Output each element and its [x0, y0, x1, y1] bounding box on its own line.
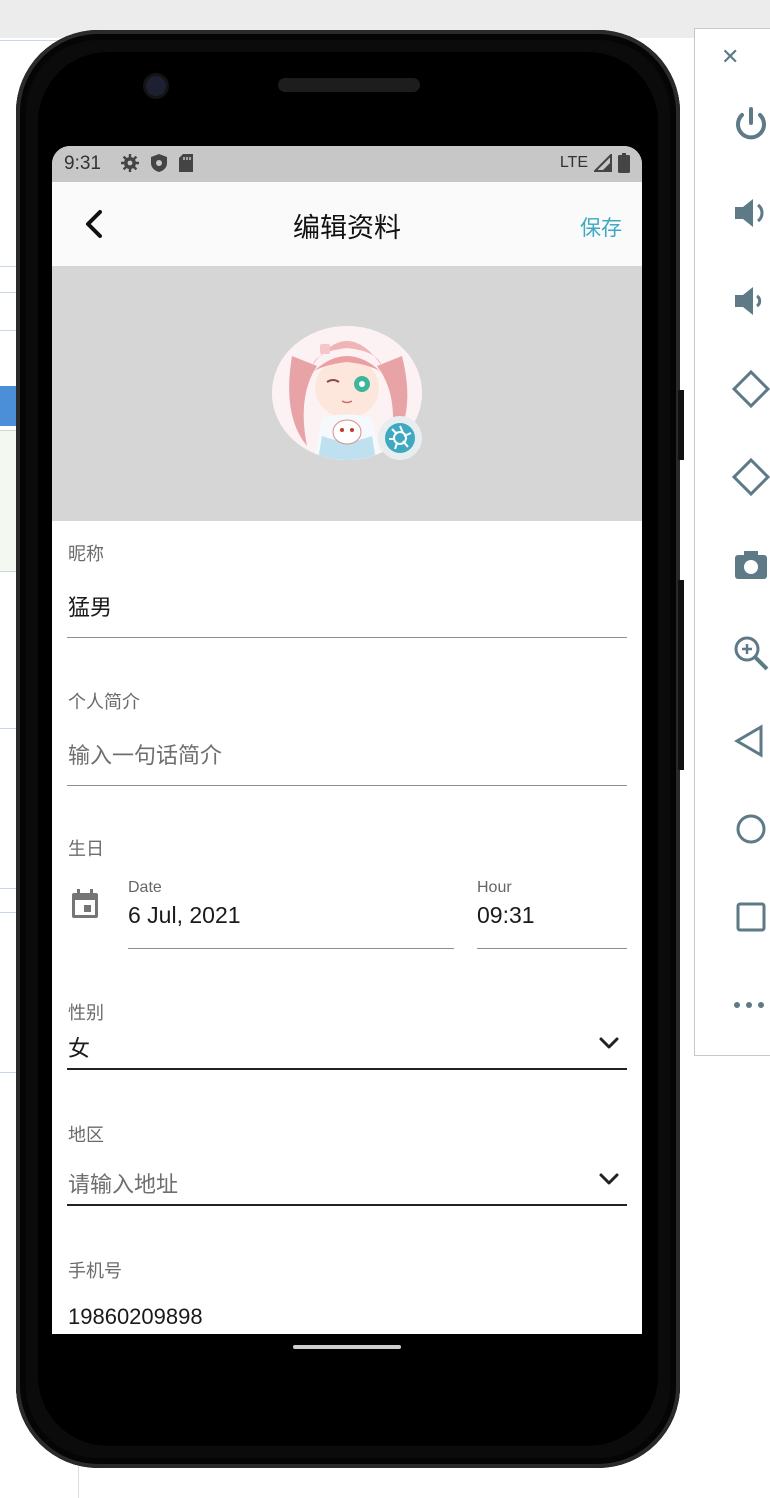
region-label: 地区	[68, 1125, 104, 1146]
gender-label: 性别	[68, 1003, 104, 1024]
more-icon[interactable]	[731, 985, 770, 1025]
host-divider	[0, 40, 60, 41]
hour-input[interactable]: 09:31	[477, 902, 535, 929]
region-underline	[67, 1204, 627, 1206]
chevron-down-icon[interactable]	[598, 1168, 620, 1190]
network-type: LTE	[559, 154, 588, 171]
settings-icon	[121, 154, 139, 172]
chevron-down-icon[interactable]	[598, 1032, 620, 1054]
emulator-toolbar: ✕	[694, 28, 770, 1056]
back-triangle-icon[interactable]	[731, 721, 770, 761]
close-icon[interactable]: ✕	[721, 45, 739, 70]
host-panel	[0, 430, 16, 572]
bio-underline	[67, 785, 627, 786]
save-button[interactable]: 保存	[580, 212, 622, 242]
birthday-label: 生日	[68, 839, 104, 860]
rotate-right-icon[interactable]	[731, 457, 770, 497]
status-bar: 9:31 LTE	[52, 146, 642, 182]
zoom-icon[interactable]	[731, 633, 770, 673]
volume-down-icon[interactable]	[731, 281, 770, 321]
nickname-underline	[67, 637, 627, 638]
nickname-input[interactable]: 猛男	[68, 590, 112, 622]
camera-shutter-icon[interactable]	[378, 416, 422, 460]
date-underline	[128, 948, 454, 949]
phone-input[interactable]: 19860209898	[68, 1304, 203, 1330]
sd-card-icon	[179, 154, 193, 172]
overview-square-icon[interactable]	[731, 897, 770, 937]
status-time: 9:31	[64, 153, 101, 174]
date-label: Date	[128, 879, 162, 896]
host-divider	[78, 1462, 79, 1498]
app-bar: 编辑资料 保存	[52, 182, 642, 266]
battery-icon	[618, 153, 630, 173]
calendar-icon[interactable]	[70, 888, 100, 920]
nickname-label: 昵称	[68, 544, 104, 565]
earpiece-speaker	[278, 78, 420, 92]
phone-screen: 9:31 LTE 编辑资料 保存 昵称 猛男 个人简介 输入一句话简介 生日 D…	[52, 146, 642, 1334]
rotate-left-icon[interactable]	[731, 369, 770, 409]
volume-up-icon[interactable]	[731, 193, 770, 233]
gesture-home-bar[interactable]	[293, 1345, 401, 1349]
avatar-header	[52, 266, 642, 521]
bio-input[interactable]: 输入一句话简介	[68, 738, 222, 770]
bio-label: 个人简介	[68, 692, 140, 713]
gender-underline	[67, 1068, 627, 1070]
phone-label: 手机号	[68, 1261, 122, 1282]
front-camera	[146, 76, 166, 96]
page-title: 编辑资料	[293, 213, 401, 244]
signal-icon	[594, 154, 612, 172]
phone-side-button	[678, 390, 684, 460]
gender-select[interactable]: 女	[68, 1031, 90, 1063]
camera-icon[interactable]	[731, 545, 770, 585]
home-circle-icon[interactable]	[731, 809, 770, 849]
phone-side-button	[678, 580, 684, 770]
power-icon[interactable]	[731, 105, 770, 145]
date-input[interactable]: 6 Jul, 2021	[128, 902, 241, 929]
hour-underline	[477, 948, 627, 949]
hour-label: Hour	[477, 879, 512, 896]
region-select[interactable]: 请输入地址	[68, 1167, 178, 1199]
shield-icon	[151, 154, 167, 172]
